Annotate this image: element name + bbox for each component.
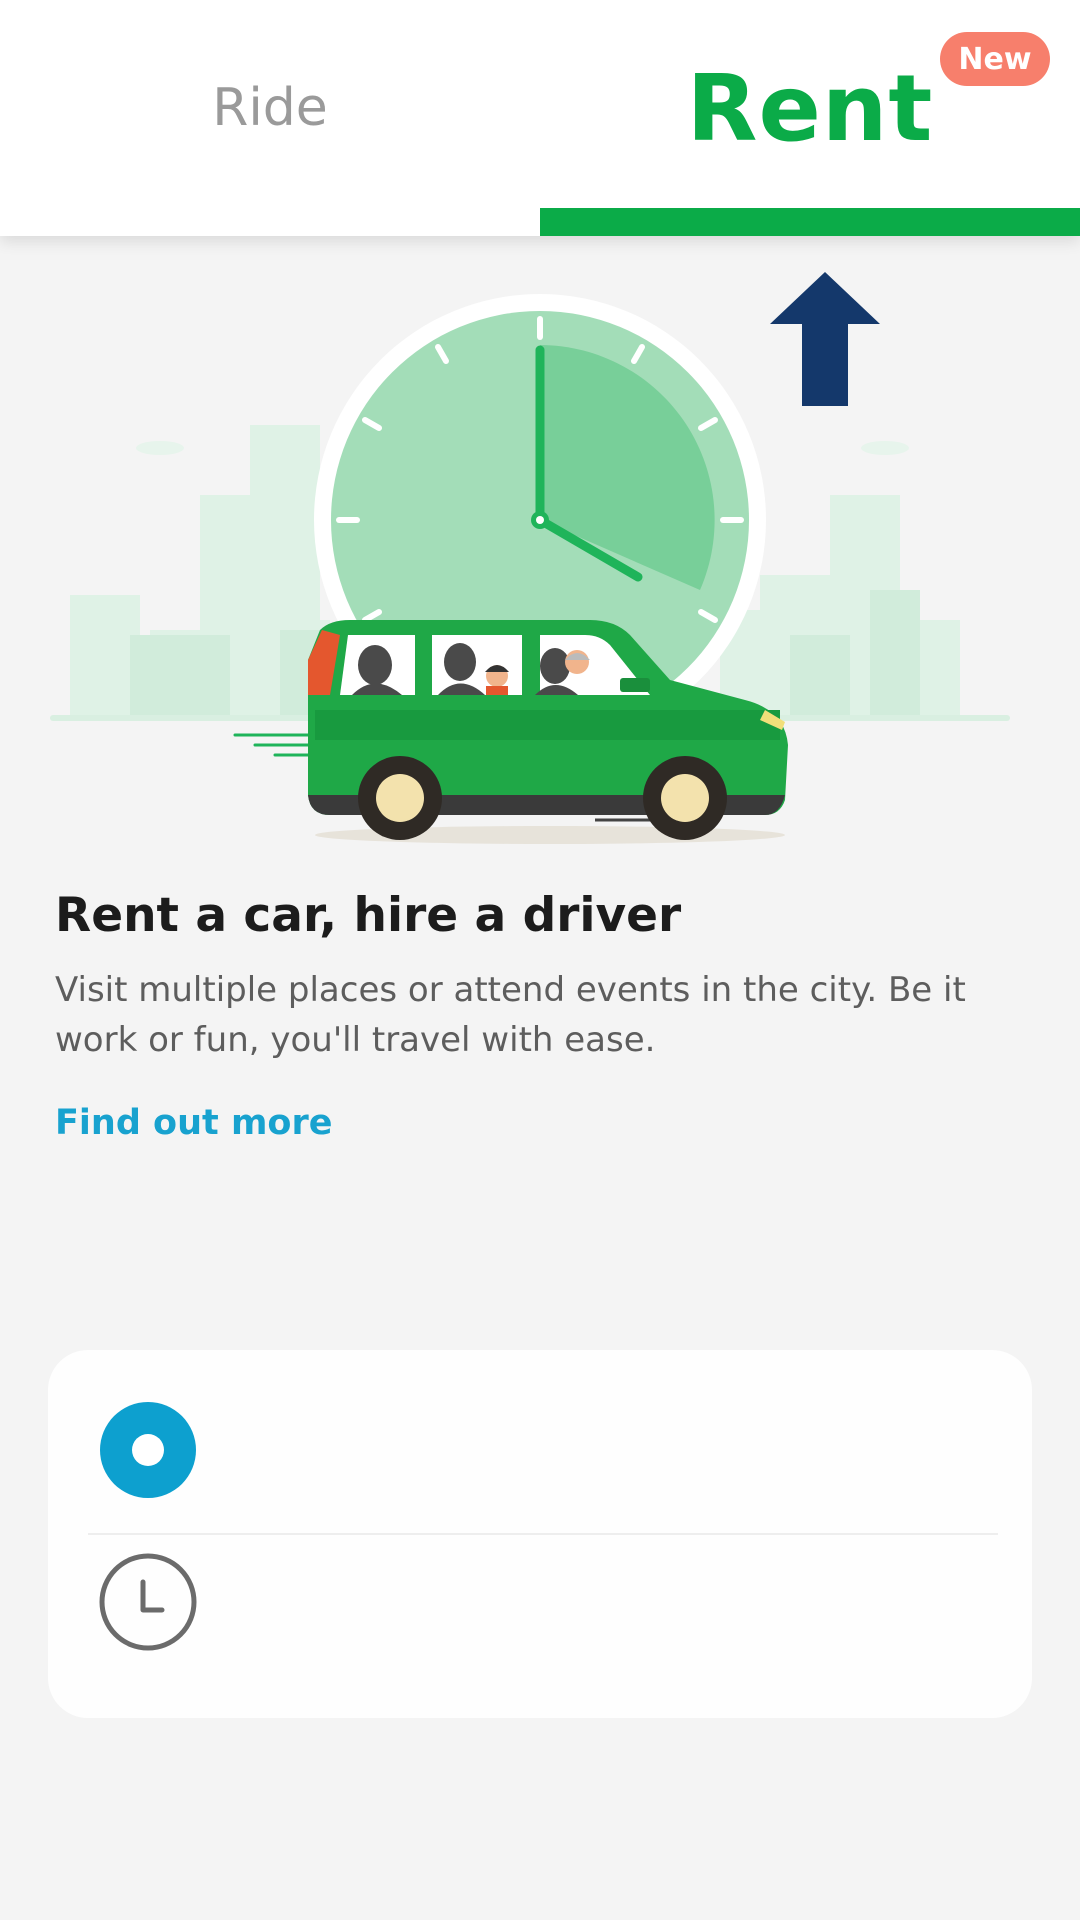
pickup-location-icon (100, 1402, 196, 1498)
tab-rent-label: Rent (686, 54, 934, 162)
active-tab-indicator (540, 208, 1080, 236)
tab-ride-label: Ride (212, 78, 328, 138)
location-card (48, 1350, 1032, 1718)
schedule-time-row[interactable] (48, 1534, 1032, 1702)
headline: Rent a car, hire a driver (55, 888, 682, 943)
tab-bar: Ride Rent (0, 0, 1080, 236)
description-text: Visit multiple places or attend events i… (55, 970, 966, 1060)
tab-ride[interactable]: Ride (0, 0, 540, 236)
new-badge: New (940, 32, 1050, 86)
hero-illustration (50, 294, 1010, 844)
pickup-location-row[interactable] (48, 1350, 1032, 1518)
up-arrow-icon (770, 272, 880, 406)
find-out-more-link[interactable]: Find out more (55, 1103, 332, 1143)
clock-icon (99, 1553, 197, 1651)
